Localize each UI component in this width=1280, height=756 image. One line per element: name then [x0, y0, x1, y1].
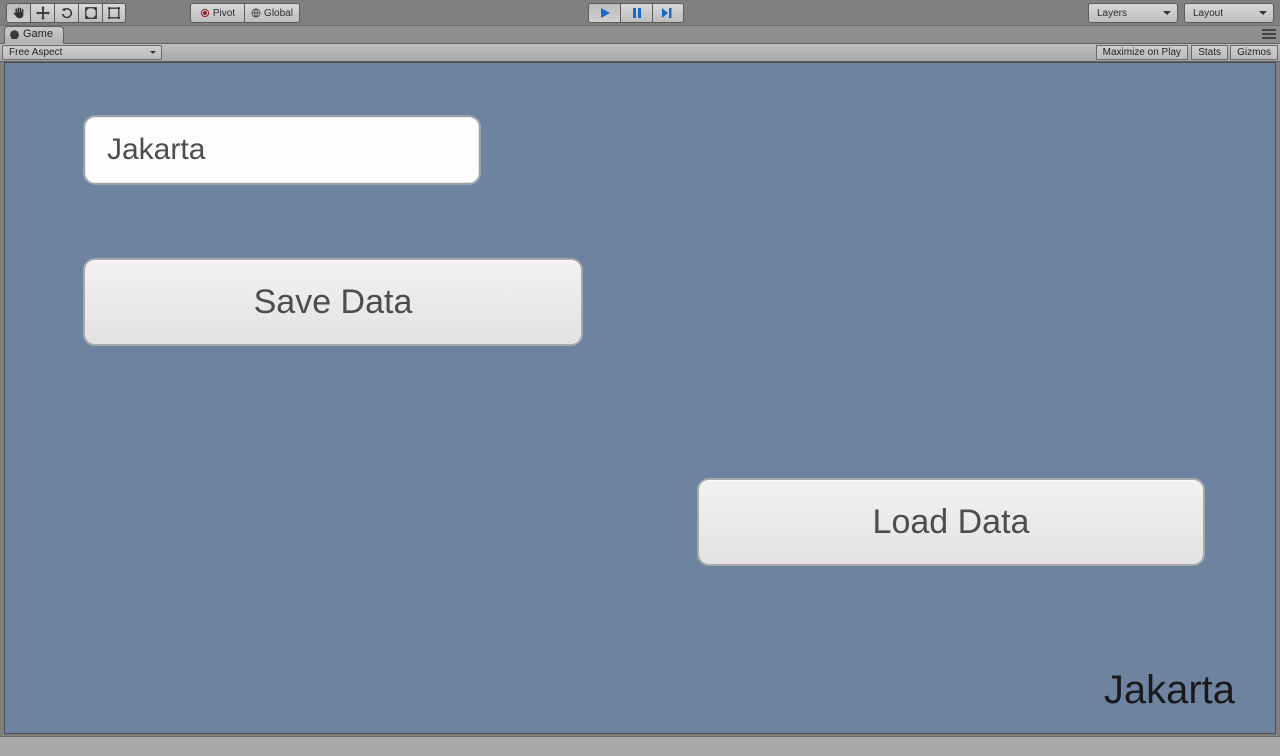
save-data-label: Save Data [254, 283, 413, 322]
load-data-label: Load Data [873, 503, 1030, 542]
output-text: Jakarta [1104, 668, 1235, 713]
layers-label: Layers [1097, 8, 1127, 19]
main-toolbar: Pivot Global Layers Layout [0, 0, 1280, 26]
pause-button[interactable] [620, 3, 652, 23]
layout-label: Layout [1193, 8, 1223, 19]
tab-game-label: Game [23, 28, 53, 40]
global-toggle-button[interactable]: Global [244, 3, 300, 23]
global-label: Global [264, 8, 293, 19]
maximize-on-play-toggle[interactable]: Maximize on Play [1096, 45, 1188, 60]
rotate-tool-button[interactable] [54, 3, 78, 23]
rect-tool-button[interactable] [102, 3, 126, 23]
tab-game[interactable]: Game [4, 26, 64, 44]
stats-toggle[interactable]: Stats [1191, 45, 1228, 60]
scale-tool-button[interactable] [78, 3, 102, 23]
pivot-toggle-button[interactable]: Pivot [190, 3, 244, 23]
aspect-label: Free Aspect [9, 47, 62, 58]
name-input-value: Jakarta [107, 133, 205, 167]
load-data-button[interactable]: Load Data [697, 478, 1205, 566]
panel-tab-row: Game [0, 26, 1280, 44]
game-viewport: Jakarta Save Data Load Data Jakarta [4, 62, 1276, 734]
aspect-dropdown[interactable]: Free Aspect [2, 45, 162, 60]
status-bar [0, 736, 1280, 756]
play-button[interactable] [588, 3, 620, 23]
gizmos-label: Gizmos [1237, 47, 1271, 58]
name-input[interactable]: Jakarta [83, 115, 481, 185]
gizmos-toggle[interactable]: Gizmos [1230, 45, 1278, 60]
save-data-button[interactable]: Save Data [83, 258, 583, 346]
layout-dropdown[interactable]: Layout [1184, 3, 1274, 23]
stats-label: Stats [1198, 47, 1221, 58]
layers-dropdown[interactable]: Layers [1088, 3, 1178, 23]
pivot-label: Pivot [213, 8, 235, 19]
panel-menu-icon[interactable] [1262, 29, 1276, 39]
move-tool-button[interactable] [30, 3, 54, 23]
game-control-row: Free Aspect Maximize on Play Stats Gizmo… [0, 44, 1280, 62]
step-button[interactable] [652, 3, 684, 23]
output-text-value: Jakarta [1104, 668, 1235, 712]
maximize-label: Maximize on Play [1103, 47, 1181, 58]
hand-tool-button[interactable] [6, 3, 30, 23]
